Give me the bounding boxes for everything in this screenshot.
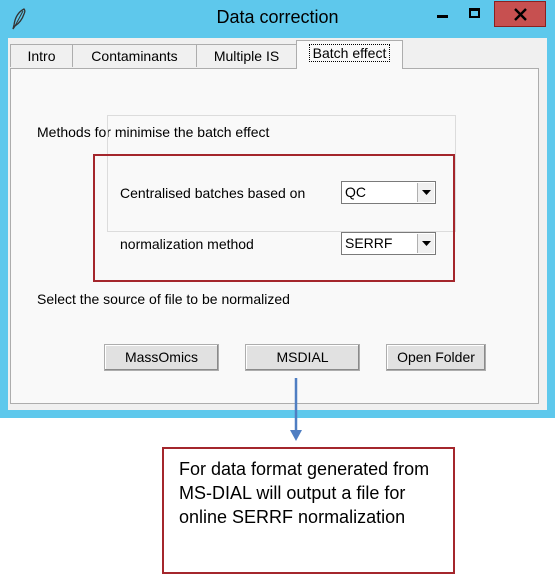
app-window: Data correction Intro Contaminants Multi… xyxy=(0,0,555,418)
annotation-text: For data format generated from MS-DIAL w… xyxy=(179,459,430,527)
tab-contaminants[interactable]: Contaminants xyxy=(72,44,197,67)
maximize-button[interactable] xyxy=(459,1,492,27)
tab-bar: Intro Contaminants Multiple IS Batch eff… xyxy=(8,38,547,69)
tab-batch-effect-label: Batch effect xyxy=(308,44,391,62)
close-button[interactable] xyxy=(494,1,546,27)
msdial-button[interactable]: MSDIAL xyxy=(245,344,360,371)
minimize-button[interactable] xyxy=(426,1,459,27)
maximize-icon xyxy=(469,8,480,18)
open-folder-button[interactable]: Open Folder xyxy=(386,344,486,371)
close-icon xyxy=(514,8,527,21)
tab-batch-effect[interactable]: Batch effect xyxy=(296,40,403,69)
minimize-icon xyxy=(437,15,448,18)
highlight-box xyxy=(93,154,455,282)
tab-multiple-is[interactable]: Multiple IS xyxy=(196,44,297,67)
title-bar[interactable]: Data correction xyxy=(0,0,555,38)
tab-intro[interactable]: Intro xyxy=(10,44,73,67)
annotation-callout: For data format generated from MS-DIAL w… xyxy=(162,447,455,574)
massomics-button[interactable]: MassOmics xyxy=(104,344,219,371)
callout-arrow xyxy=(290,378,302,441)
source-label: Select the source of file to be normaliz… xyxy=(37,291,290,307)
